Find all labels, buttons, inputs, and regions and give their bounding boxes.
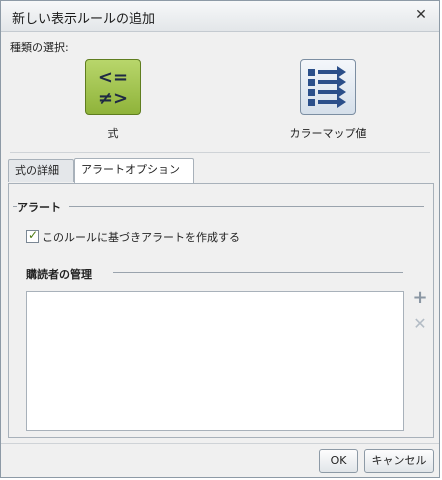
group-line (113, 272, 403, 273)
type-selection-label: 種類の選択: (10, 41, 69, 54)
subscribers-group-title: 購読者の管理 (26, 266, 96, 282)
create-alert-checkbox[interactable]: ✓ (26, 228, 39, 243)
ok-button[interactable]: OK (319, 449, 358, 473)
group-line (69, 206, 424, 207)
cancel-button[interactable]: キャンセル (364, 449, 434, 473)
plus-icon[interactable]: + (412, 289, 428, 307)
x-icon[interactable]: ✕ (412, 316, 428, 332)
create-alert-label: このルールに基づきアラートを作成する (42, 231, 240, 244)
colormap-type-label: カラーマップ値 (289, 127, 367, 140)
formula-icon: <= ≠> (85, 59, 141, 115)
check-icon: ✓ (28, 228, 39, 242)
formula-type-label: 式 (107, 127, 119, 140)
footer-divider (1, 443, 439, 444)
tab-formula-details[interactable]: 式の詳細 (8, 159, 74, 182)
alert-group-title: アラート (17, 199, 65, 215)
colormap-type-option[interactable]: カラーマップ値 (278, 59, 378, 141)
formula-glyph-bottom: ≠> (98, 88, 128, 109)
colormap-list-icon (300, 59, 356, 115)
formula-glyph-top: <= (98, 67, 128, 88)
close-icon[interactable]: ✕ (413, 7, 429, 23)
title-bar[interactable]: 新しい表示ルールの追加 ✕ (1, 1, 439, 32)
alert-options-panel: アラート ✓ このルールに基づきアラートを作成する 購読者の管理 + ✕ (8, 183, 434, 438)
formula-type-option[interactable]: <= ≠> 式 (63, 59, 163, 141)
dialog-title: 新しい表示ルールの追加 (12, 12, 156, 27)
divider (10, 152, 430, 153)
tab-alert-options[interactable]: アラートオプション (74, 158, 194, 183)
subscriber-list[interactable] (26, 291, 404, 431)
add-display-rule-dialog: 新しい表示ルールの追加 ✕ 種類の選択: <= ≠> 式 カラーマップ値 式の詳… (0, 0, 440, 478)
